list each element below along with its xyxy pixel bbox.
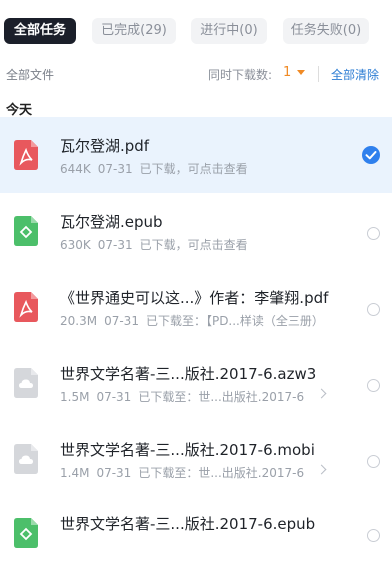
- selection-checkbox[interactable]: [367, 455, 380, 468]
- file-name: 瓦尔登湖.epub: [60, 213, 163, 231]
- selection-checkbox[interactable]: [367, 529, 380, 542]
- file-date: 07-31: [97, 238, 133, 252]
- file-meta: 20.3M 07-31 已下载至：【PD...样读（全三册）: [60, 312, 324, 329]
- file-row[interactable]: 瓦尔登湖.epub 630K 07-31 已下载，可点击查看: [0, 193, 392, 269]
- file-date: 07-31: [96, 466, 132, 480]
- tab-completed[interactable]: 已完成(29): [92, 18, 176, 44]
- file-meta: 1.5M 07-31 已下载至：世...出版社.2017-6: [60, 388, 304, 405]
- file-size: 20.3M: [60, 314, 98, 328]
- epub-icon: [14, 518, 38, 548]
- file-size: 644K: [60, 162, 91, 176]
- file-row[interactable]: 《世界通史可以这...》作者：李肇翔.pdf 20.3M 07-31 已下载至：【P…: [0, 269, 392, 345]
- file-name: 《世界通史可以这...》作者：李肇翔.pdf: [60, 289, 329, 307]
- file-status: 已下载至：【PD...样读（全三册）: [145, 314, 324, 328]
- list-toolbar: 全部文件 同时下载数: 1 全部清除: [0, 58, 392, 92]
- file-row[interactable]: 世界文学名著-三...版社.2017-6.azw3 1.5M 07-31 已下载至：…: [0, 345, 392, 421]
- file-row[interactable]: 世界文学名著-三...版社.2017-6.mobi 1.4M 07-31 已下载至：…: [0, 421, 392, 497]
- file-status: 已下载至：世...出版社.2017-6: [138, 390, 305, 404]
- file-size: 630K: [60, 238, 91, 252]
- clear-all-button[interactable]: 全部清除: [331, 66, 379, 83]
- file-date: 07-31: [104, 314, 139, 328]
- file-row[interactable]: 世界文学名著-三...版社.2017-6.epub: [0, 495, 392, 571]
- checkmark-icon: [365, 151, 377, 160]
- epub-icon: [14, 216, 38, 246]
- file-name: 瓦尔登湖.pdf: [60, 137, 150, 155]
- chevron-right-icon[interactable]: [316, 388, 327, 399]
- file-size: 1.5M: [60, 390, 90, 404]
- file-meta: 630K 07-31 已下载，可点击查看: [60, 236, 248, 253]
- chevron-down-icon[interactable]: [297, 70, 305, 75]
- pdf-icon: [14, 292, 38, 322]
- selection-checkbox[interactable]: [367, 303, 380, 316]
- file-meta: 1.4M 07-31 已下载至：世...出版社.2017-6: [60, 464, 304, 481]
- selection-checkbox[interactable]: [362, 146, 380, 164]
- selection-checkbox[interactable]: [367, 379, 380, 392]
- tab-all-tasks[interactable]: 全部任务: [4, 18, 76, 44]
- chevron-right-icon[interactable]: [316, 464, 327, 475]
- file-name: 世界文学名著-三...版社.2017-6.epub: [60, 515, 316, 533]
- file-date: 07-31: [96, 390, 132, 404]
- toolbar-divider: [318, 66, 319, 82]
- selection-checkbox[interactable]: [367, 227, 380, 240]
- cloud-file-icon: [14, 368, 38, 398]
- file-name: 世界文学名著-三...版社.2017-6.azw3: [60, 365, 317, 383]
- pdf-icon: [14, 140, 38, 170]
- file-date: 07-31: [97, 162, 133, 176]
- concurrent-downloads-select[interactable]: 1: [283, 65, 291, 80]
- file-size: 1.4M: [60, 466, 90, 480]
- file-name: 世界文学名著-三...版社.2017-6.mobi: [60, 441, 315, 459]
- tab-failed[interactable]: 任务失败(0): [283, 18, 369, 44]
- task-filter-tabs: 全部任务 已完成(29) 进行中(0) 任务失败(0): [0, 0, 392, 58]
- file-status: 已下载，可点击查看: [139, 238, 248, 252]
- tab-in-progress[interactable]: 进行中(0): [191, 18, 267, 44]
- file-row[interactable]: 瓦尔登湖.pdf 644K 07-31 已下载，可点击查看: [0, 117, 392, 193]
- file-status: 已下载，可点击查看: [139, 162, 248, 176]
- file-meta: 644K 07-31 已下载，可点击查看: [60, 160, 248, 177]
- section-title-today: 今天: [6, 103, 33, 118]
- file-status: 已下载至：世...出版社.2017-6: [138, 466, 305, 480]
- cloud-file-icon: [14, 444, 38, 474]
- concurrent-downloads-label: 同时下载数:: [208, 68, 273, 82]
- all-files-label: 全部文件: [6, 68, 55, 82]
